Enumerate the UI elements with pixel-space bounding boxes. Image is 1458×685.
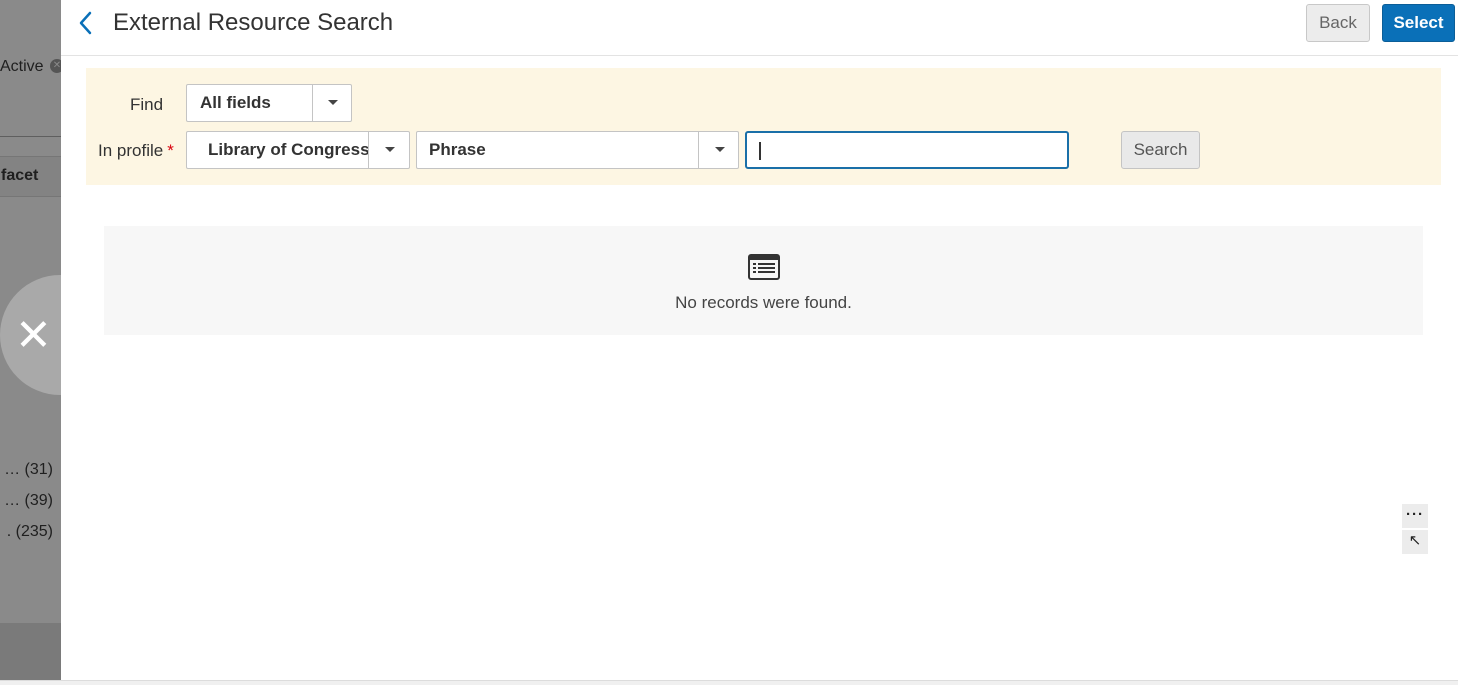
- facet-count-item: … (39): [4, 492, 53, 510]
- results-area: No records were found.: [104, 226, 1423, 335]
- text-cursor: [759, 142, 761, 160]
- external-resource-search-panel: External Resource Search Back Select Fin…: [61, 0, 1458, 680]
- profile-label-text: In profile: [98, 141, 164, 160]
- search-button[interactable]: Search: [1121, 131, 1200, 169]
- more-options-icon[interactable]: ···: [1402, 504, 1428, 528]
- facet-count-prefix: .: [6, 523, 12, 540]
- caret-down-icon[interactable]: [715, 147, 725, 152]
- list-icon: [748, 254, 780, 280]
- find-field-dropdown[interactable]: All fields: [186, 84, 352, 122]
- empty-results-message: No records were found.: [675, 293, 852, 312]
- find-label: Find: [130, 95, 164, 114]
- dropdown-separator: [312, 85, 313, 121]
- close-icon[interactable]: ✕: [15, 314, 52, 358]
- profile-value: Library of Congress: [208, 140, 370, 159]
- caret-down-icon[interactable]: [328, 100, 338, 105]
- required-marker: *: [167, 141, 174, 160]
- collapse-arrow-icon[interactable]: ↖: [1402, 530, 1428, 554]
- facet-count-item: ' … (31): [0, 461, 53, 479]
- facet-count-value: (39): [24, 492, 53, 509]
- back-button[interactable]: Back: [1306, 4, 1370, 42]
- facet-label: facet: [1, 167, 39, 184]
- background-footer: [0, 623, 61, 685]
- search-query-input[interactable]: [745, 131, 1069, 169]
- divider: [0, 136, 61, 137]
- dropdown-separator: [698, 132, 699, 168]
- find-field-value: All fields: [200, 93, 271, 112]
- facet-count-prefix: …: [4, 492, 21, 509]
- profile-dropdown[interactable]: Library of Congress: [186, 131, 410, 169]
- panel-header: External Resource Search Back Select: [61, 0, 1458, 56]
- facet-count-item: . (235): [7, 523, 53, 541]
- page-title: External Resource Search: [113, 9, 394, 36]
- search-form: Find All fields In profile * Library of C…: [86, 68, 1441, 185]
- chevron-left-icon[interactable]: [75, 10, 97, 36]
- caret-down-icon[interactable]: [385, 147, 395, 152]
- select-button[interactable]: Select: [1382, 4, 1455, 42]
- match-type-value: Phrase: [429, 140, 486, 159]
- facet-count-value: (235): [15, 523, 53, 540]
- facet-count-value: (31): [24, 461, 53, 478]
- active-filter-chip: Active: [0, 58, 44, 75]
- match-type-dropdown[interactable]: Phrase: [416, 131, 739, 169]
- bottom-edge: [0, 680, 1458, 685]
- profile-label: In profile *: [98, 141, 174, 161]
- dropdown-separator: [368, 132, 369, 168]
- facet-count-prefix: ' …: [0, 461, 21, 478]
- remove-filter-icon: ✕: [50, 59, 61, 73]
